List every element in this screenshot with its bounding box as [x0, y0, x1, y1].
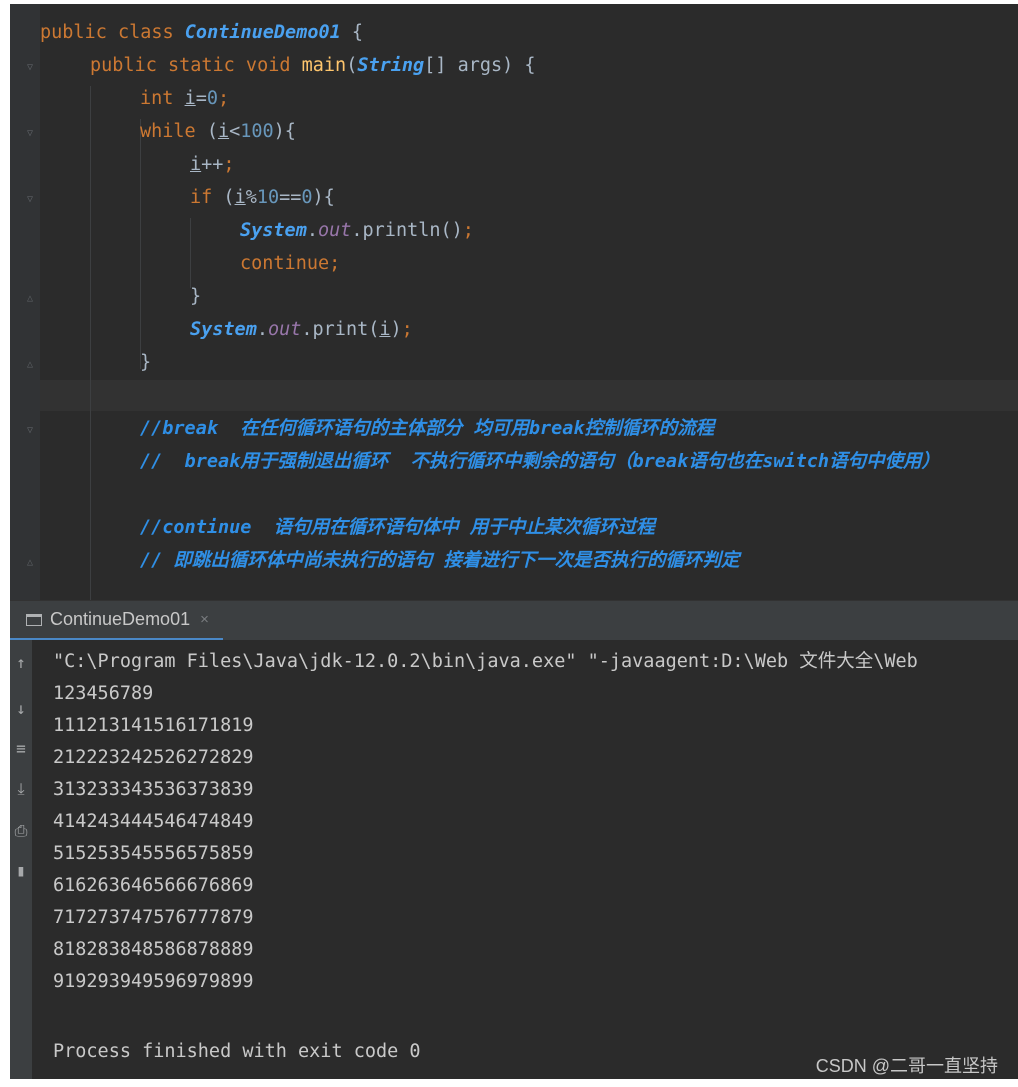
fold-end-icon[interactable]: △ [27, 360, 35, 370]
console-line: 515253545556575859 [53, 843, 254, 864]
console-line: "C:\Program Files\Java\jdk-12.0.2\bin\ja… [53, 651, 918, 672]
console-line: 111213141516171819 [53, 715, 254, 736]
comment-line-3: //continue 语句用在循环语句体中 用于中止某次循环过程 [140, 517, 655, 538]
code-line-4: while (i<100){ [140, 115, 296, 148]
tab-label: ContinueDemo01 [50, 609, 191, 629]
close-icon[interactable]: × [200, 611, 209, 628]
tab-run-continuedemo01[interactable]: ContinueDemo01 × [10, 601, 223, 641]
paren: ( [346, 55, 358, 76]
fold-marker-icon[interactable]: ▽ [27, 195, 35, 205]
dot: . [256, 319, 268, 340]
paren: ( [206, 121, 218, 142]
keyword: continue [240, 253, 330, 274]
class-name: System [190, 319, 257, 340]
console-icon [26, 613, 42, 626]
watermark: CSDN @二哥一直坚持 [815, 1056, 998, 1076]
fold-end-icon[interactable]: △ [27, 558, 35, 568]
soft-wrap-icon[interactable]: ≡ [13, 738, 29, 760]
console-line: 919293949596979899 [53, 971, 254, 992]
keyword: while [140, 121, 207, 142]
dot: . [306, 220, 318, 241]
comment-line-2: // break用于强制退出循环 不执行循环中剩余的语句（break语句也在sw… [140, 451, 941, 472]
indent-guide [190, 218, 191, 288]
code-line-1: public class ContinueDemo01 { [40, 16, 363, 49]
console-line: 313233343536373839 [53, 779, 254, 800]
code-line-7: System.out.println(); [240, 214, 474, 247]
operator: = [195, 88, 207, 109]
variable: i [379, 319, 391, 340]
operator: == [279, 187, 302, 208]
class-name: System [240, 220, 307, 241]
console-line: 212223242526272829 [53, 747, 254, 768]
keyword: if [190, 187, 224, 208]
field: out [267, 319, 302, 340]
method-call: .println() [351, 220, 463, 241]
field: out [317, 220, 352, 241]
code-line-9: } [190, 286, 202, 307]
keyword: public class [40, 22, 185, 43]
paren: ){ [312, 187, 335, 208]
editor-gutter: ▽ ▽ ▽ △ △ ▽ △ [10, 4, 40, 600]
operator: ++ [201, 154, 224, 175]
variable: i [217, 121, 230, 142]
arrow-down-icon[interactable]: ↓ [13, 698, 29, 720]
comment-line-4: // 即跳出循环体中尚未执行的语句 接着进行下一次是否执行的循环判定 [140, 550, 740, 571]
code-line-6: if (i%10==0){ [190, 181, 335, 214]
code-line-3: int i=0; [140, 82, 229, 115]
console-line: 616263646566676869 [53, 875, 254, 896]
code-line-8: continue; [240, 247, 340, 280]
params: [] args) { [424, 55, 536, 76]
fold-marker-icon[interactable]: ▽ [27, 129, 35, 139]
paren: ){ [273, 121, 296, 142]
code-line-2: public static void main(String[] args) { [90, 49, 536, 82]
trash-icon[interactable]: ▮ [13, 860, 29, 882]
semicolon: ; [223, 154, 235, 175]
arrow-up-icon[interactable]: ↑ [13, 652, 29, 674]
number: 10 [256, 187, 280, 208]
paren: ) [390, 319, 402, 340]
code-line-5: i++; [190, 148, 235, 181]
variable: i [234, 187, 246, 208]
operator: < [229, 121, 241, 142]
process-finished-line: Process finished with exit code 0 [53, 1041, 421, 1062]
fold-end-icon[interactable]: △ [27, 294, 35, 304]
console-line: 123456789 [53, 683, 154, 704]
fold-marker-icon[interactable]: ▽ [27, 426, 35, 436]
method-call: .print( [301, 319, 380, 340]
number: 100 [240, 121, 274, 142]
semicolon: ; [462, 220, 474, 241]
number: 0 [206, 88, 218, 109]
indent-guide [140, 119, 141, 369]
run-tool-window-header: ContinueDemo01 × [10, 600, 1018, 641]
paren: ( [223, 187, 235, 208]
number: 0 [301, 187, 313, 208]
keyword: int [140, 88, 185, 109]
console-line: 818283848586878889 [53, 939, 254, 960]
code-line-10: System.out.print(i); [190, 313, 413, 346]
operator: % [245, 187, 257, 208]
keyword: public static void [90, 55, 302, 76]
console-line: 717273747576777879 [53, 907, 254, 928]
fold-marker-icon[interactable]: ▽ [27, 63, 35, 73]
semicolon: ; [329, 253, 341, 274]
run-console[interactable]: ↑ ↓ ≡ ⤓ ⎙ ▮ "C:\Program Files\Java\jdk-1… [10, 640, 1018, 1079]
semicolon: ; [401, 319, 413, 340]
variable: i [184, 88, 196, 109]
semicolon: ; [217, 88, 230, 109]
code-editor[interactable]: ▽ ▽ ▽ △ △ ▽ △ public class ContinueDemo0… [10, 4, 1018, 600]
class-name: ContinueDemo01 [184, 22, 341, 43]
console-line: 414243444546474849 [53, 811, 254, 832]
print-icon[interactable]: ⎙ [13, 820, 29, 842]
console-side-toolbar: ↑ ↓ ≡ ⤓ ⎙ ▮ [10, 640, 32, 1079]
code-line-11: } [140, 352, 152, 373]
indent-guide [90, 86, 91, 600]
comment-line-1: //break 在任何循环语句的主体部分 均可用break控制循环的流程 [140, 418, 715, 439]
variable: i [190, 154, 202, 175]
ide-window: ▽ ▽ ▽ △ △ ▽ △ public class ContinueDemo0… [10, 4, 1018, 1079]
class-name: String [357, 55, 425, 76]
scroll-to-end-icon[interactable]: ⤓ [13, 778, 29, 800]
current-line-highlight [40, 380, 1018, 411]
method-name: main [301, 55, 347, 76]
brace: { [340, 22, 364, 43]
